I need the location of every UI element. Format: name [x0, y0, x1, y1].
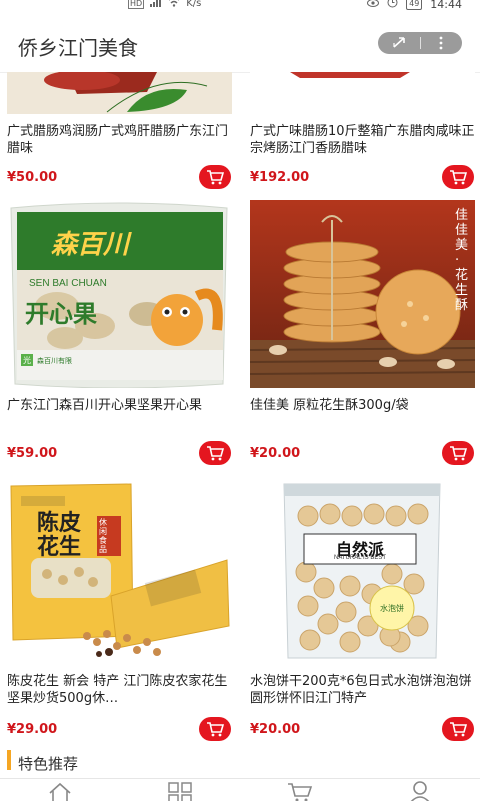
battery-indicator: 49 — [406, 0, 422, 10]
share-button[interactable] — [378, 35, 420, 51]
bag-sticker: 水泡饼 — [374, 603, 410, 614]
package-side-text: 佳佳美·花生酥 — [455, 208, 471, 313]
add-to-cart-button[interactable] — [199, 441, 231, 465]
add-to-cart-button[interactable] — [199, 165, 231, 189]
product-price: ¥50.00 — [7, 170, 57, 185]
clock: 14:44 — [430, 0, 462, 11]
product-name: 广式广味腊肠10斤整箱广东腊肉咸味正宗烤肠江门香肠腊味 — [250, 123, 475, 157]
product-name: 佳佳美 原粒花生酥300g/袋 — [250, 397, 475, 431]
cart-icon — [206, 445, 224, 461]
product-card[interactable]: 佳佳美·花生酥 佳佳美 原粒花生酥300g/袋 — [250, 200, 475, 431]
section-title: 特色推荐 — [18, 753, 78, 774]
product-name: 水泡饼干200克*6包日式水泡饼泡泡饼圆形饼怀旧江门特产 — [250, 673, 475, 707]
app-header: 侨乡江门美食 — [0, 14, 480, 73]
bag-sub: NATURAL IS BEST — [308, 555, 412, 561]
alarm-icon — [387, 0, 398, 11]
more-dots-icon — [438, 36, 444, 50]
share-icon — [391, 35, 407, 51]
bottom-tab-bar — [0, 778, 480, 801]
product-image: 光 森百川有限 森百川 SEN BAI CHUAN 开心果 — [7, 200, 232, 388]
cart-icon — [449, 721, 467, 737]
cart-icon — [449, 445, 467, 461]
tab-category[interactable] — [120, 779, 240, 801]
cart-icon — [449, 169, 467, 185]
section-accent-bar — [7, 750, 11, 770]
badge-text: 光 — [23, 355, 31, 365]
network-speed: K/s — [186, 0, 201, 9]
tab-home[interactable] — [0, 779, 120, 801]
product-image: 自然派 NATURAL IS BEST 水泡饼 — [250, 476, 475, 664]
status-bar: HD K/s 49 14:44 — [0, 0, 480, 14]
hd-icon: HD — [128, 0, 144, 9]
product-card[interactable]: 光 森百川有限 森百川 SEN BAI CHUAN 开心果 广东江门森百川开心果… — [7, 200, 232, 431]
product-price: ¥20.00 — [250, 446, 300, 461]
brand-pinyin: SEN BAI CHUAN — [29, 278, 107, 289]
brand-name: 森百川 — [51, 224, 129, 261]
product-card[interactable]: 自然派 NATURAL IS BEST 水泡饼 水泡饼干200克*6包日式水泡饼… — [250, 476, 475, 707]
cart-tab-icon — [287, 781, 313, 801]
product-price: ¥59.00 — [7, 446, 57, 461]
mini-program-capsule — [378, 32, 462, 54]
product-image: 佳佳美·花生酥 — [250, 200, 475, 388]
category-icon — [167, 781, 193, 801]
home-icon — [47, 781, 73, 801]
signal-icon — [150, 0, 162, 10]
product-image — [7, 72, 232, 114]
add-to-cart-button[interactable] — [442, 717, 474, 741]
more-button[interactable] — [421, 36, 463, 50]
product-card[interactable]: 陈皮花生 休闲食品 陈皮花生 新会 特产 江门陈皮农家花生坚果炒货500g休… — [7, 476, 232, 707]
wifi-icon — [168, 0, 180, 10]
featured-section-header: 特色推荐 — [0, 744, 480, 778]
product-name: 广式腊肠鸡润肠广式鸡肝腊肠广东江门腊味 — [7, 123, 232, 157]
add-to-cart-button[interactable] — [199, 717, 231, 741]
user-icon — [407, 781, 433, 801]
tab-profile[interactable] — [360, 779, 480, 801]
product-label: 开心果 — [25, 294, 97, 329]
product-card[interactable]: 广式腊肠鸡润肠广式鸡肝腊肠广东江门腊味 — [7, 72, 232, 157]
product-image — [250, 72, 475, 114]
product-image: 陈皮花生 休闲食品 — [7, 476, 232, 664]
cart-icon — [206, 169, 224, 185]
bag-text: 陈皮花生 — [37, 512, 89, 560]
eye-icon — [367, 0, 379, 11]
page-title: 侨乡江门美食 — [18, 32, 138, 61]
bag-tag: 休闲食品 — [99, 518, 111, 554]
product-price: ¥29.00 — [7, 722, 57, 737]
product-price: ¥20.00 — [250, 722, 300, 737]
product-card[interactable]: 广式广味腊肠10斤整箱广东腊肉咸味正宗烤肠江门香肠腊味 — [250, 72, 475, 157]
product-price: ¥192.00 — [250, 170, 309, 185]
product-name: 广东江门森百川开心果坚果开心果 — [7, 397, 232, 431]
svg-text:森百川有限: 森百川有限 — [37, 356, 72, 365]
add-to-cart-button[interactable] — [442, 441, 474, 465]
tab-cart[interactable] — [240, 779, 360, 801]
add-to-cart-button[interactable] — [442, 165, 474, 189]
product-name: 陈皮花生 新会 特产 江门陈皮农家花生坚果炒货500g休… — [7, 673, 232, 707]
cart-icon — [206, 721, 224, 737]
